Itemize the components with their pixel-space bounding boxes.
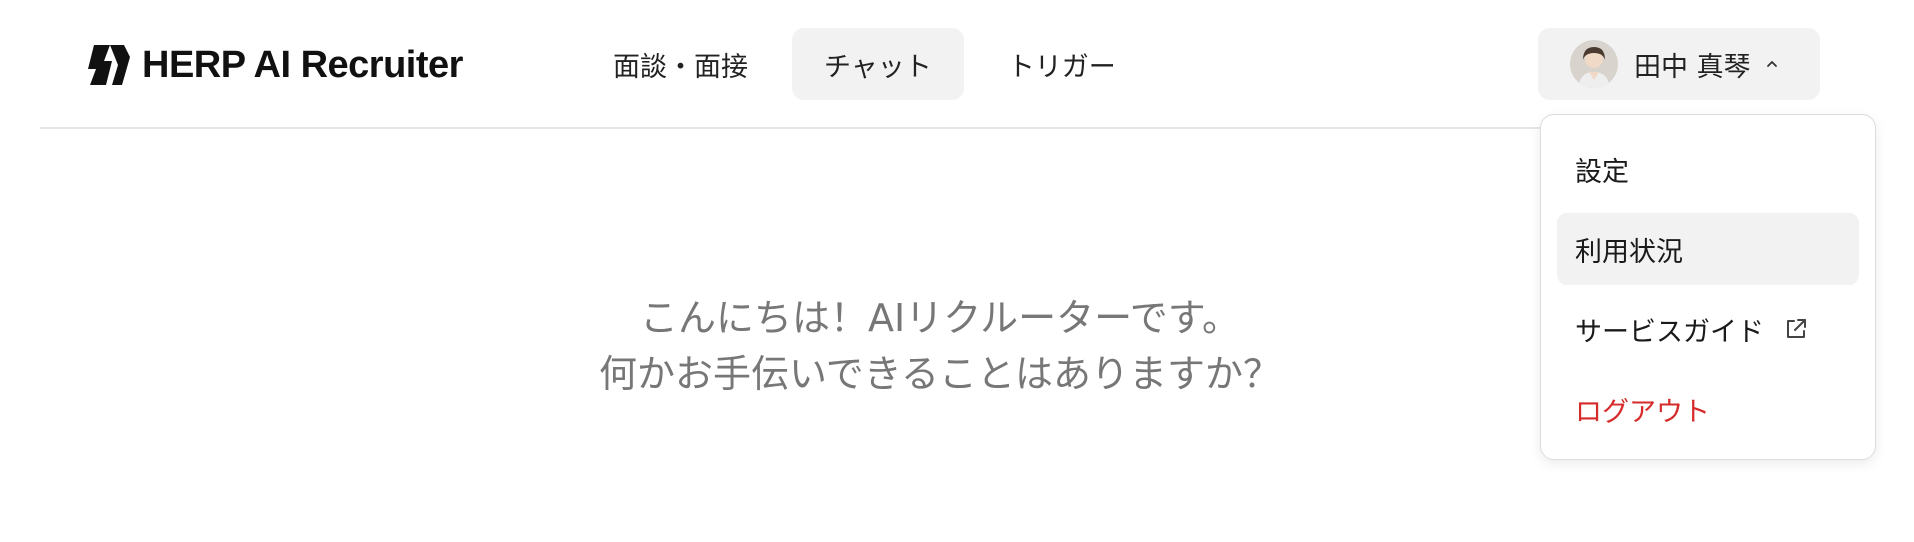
nav-item-chat[interactable]: チャット <box>792 28 964 100</box>
brand-logo-link[interactable]: HERP AI Recruiter <box>84 40 463 90</box>
menu-item-settings-label: 設定 <box>1575 156 1629 188</box>
app-root: HERP AI Recruiter 面談・面接 チャット トリガー 田中 真琴 <box>0 0 1914 542</box>
menu-item-usage-label: 利用状況 <box>1575 236 1683 268</box>
menu-item-service-guide[interactable]: サービスガイド <box>1557 293 1859 365</box>
user-menu-button[interactable]: 田中 真琴 <box>1538 28 1820 100</box>
menu-item-settings[interactable]: 設定 <box>1557 133 1859 205</box>
user-avatar <box>1570 40 1618 88</box>
menu-item-logout[interactable]: ログアウト <box>1557 373 1859 445</box>
main-nav: 面談・面接 チャット トリガー <box>577 28 1148 100</box>
external-link-icon <box>1787 319 1806 338</box>
user-name: 田中 真琴 <box>1634 51 1751 83</box>
brand-name: HERP AI Recruiter <box>142 43 463 86</box>
herp-logo-icon <box>88 45 130 85</box>
top-header: HERP AI Recruiter 面談・面接 チャット トリガー 田中 真琴 <box>40 0 1874 129</box>
menu-item-service-guide-label: サービスガイド <box>1575 316 1764 348</box>
nav-item-triggers[interactable]: トリガー <box>976 28 1148 100</box>
menu-item-usage[interactable]: 利用状況 <box>1557 213 1859 285</box>
nav-item-meetings[interactable]: 面談・面接 <box>577 28 780 100</box>
chevron-up-icon <box>1766 61 1777 67</box>
menu-item-logout-label: ログアウト <box>1575 396 1710 428</box>
user-dropdown-menu: 設定 利用状況 サービスガイド ログアウト <box>1540 114 1876 460</box>
